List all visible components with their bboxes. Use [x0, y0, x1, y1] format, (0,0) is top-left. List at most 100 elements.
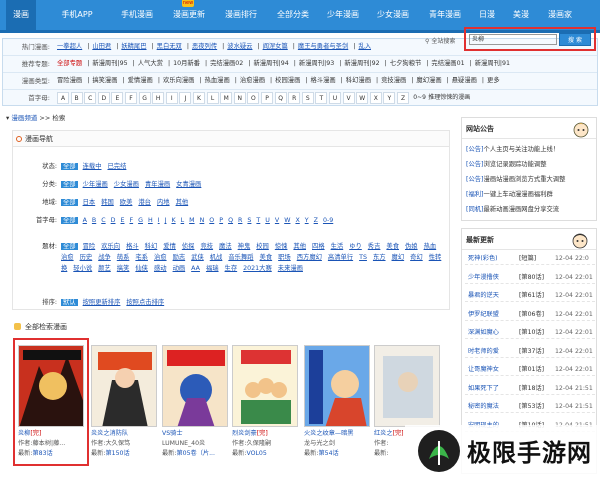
type-item[interactable]: 热血漫画	[205, 77, 230, 84]
comic-title[interactable]: VS骑士	[162, 430, 183, 437]
filter-option[interactable]: 按照点击排序	[126, 299, 164, 306]
filter-option[interactable]: 神鬼	[238, 243, 251, 250]
filter-option[interactable]: 治愈	[154, 254, 167, 261]
filter-all-button[interactable]: 全部	[61, 199, 78, 206]
filter-option[interactable]: 西方魔幻	[297, 254, 322, 261]
comic-cover[interactable]	[91, 345, 157, 427]
filter-option[interactable]: 魔幻	[392, 254, 405, 261]
filter-option[interactable]: L	[181, 217, 185, 224]
rec-item[interactable]: 新漫周刊|92	[344, 60, 379, 67]
filter-option[interactable]: 搞笑	[117, 265, 130, 272]
hot-item[interactable]: 山田君	[92, 43, 111, 50]
filter-option[interactable]: 四格	[312, 243, 325, 250]
filter-option[interactable]: 科幻	[145, 243, 158, 250]
filter-option[interactable]: 高清单行	[328, 254, 353, 261]
update-name[interactable]: 深渊如魔心	[468, 327, 499, 339]
nav-item-all[interactable]: 全部分类	[272, 0, 314, 30]
comic-cover[interactable]	[304, 345, 370, 427]
letter-button[interactable]: L	[206, 92, 219, 104]
filter-option[interactable]: 未来漫画	[278, 265, 303, 272]
filter-option[interactable]: 欢乐向	[101, 243, 120, 250]
filter-option[interactable]: E	[121, 217, 125, 224]
letter-button[interactable]: R	[288, 92, 301, 104]
filter-option[interactable]: 惊悚	[275, 243, 288, 250]
type-item[interactable]: 更多	[487, 77, 500, 84]
filter-option[interactable]: 其他	[176, 199, 189, 206]
nav-item-rank[interactable]: 漫画排行	[220, 0, 262, 30]
filter-all-button[interactable]: 全部	[61, 217, 78, 224]
letter-button[interactable]: O	[247, 92, 260, 104]
nav-item-manhua[interactable]: 漫画	[6, 0, 36, 30]
filter-option[interactable]: 侦探	[182, 243, 195, 250]
nav-item-meiman[interactable]: 美漫	[510, 0, 532, 30]
filter-option[interactable]: Y	[305, 217, 309, 224]
filter-option[interactable]: 美食	[386, 243, 399, 250]
filter-option[interactable]: 已完结	[107, 163, 126, 170]
hot-item[interactable]: 黑白无双	[157, 43, 182, 50]
letter-button[interactable]: P	[261, 92, 273, 104]
filter-all-button[interactable]: 全部	[61, 243, 78, 250]
update-name[interactable]: 暴君的逆天	[468, 290, 499, 302]
filter-option[interactable]: 按照更新排序	[83, 299, 121, 306]
filter-option[interactable]: 机战	[210, 254, 223, 261]
rec-item[interactable]: 新漫周刊|91	[475, 60, 510, 67]
latest-chapter[interactable]: 第05卷（片...	[176, 450, 215, 457]
filter-option[interactable]: J	[165, 217, 167, 224]
filter-option[interactable]: 历史	[80, 254, 93, 261]
update-item[interactable]: 如果死下了 [第18话] 12-04 21:51	[465, 383, 595, 395]
letter-button[interactable]: X	[369, 92, 382, 104]
letter-button[interactable]: I	[165, 92, 178, 104]
filter-option[interactable]: 美食	[260, 254, 273, 261]
rec-item[interactable]: 新漫周刊|95	[92, 60, 127, 67]
filter-option[interactable]: 武侠	[191, 254, 204, 261]
update-name[interactable]: 如果死下了	[468, 383, 499, 395]
letter-button[interactable]: Y	[383, 92, 396, 104]
comic-cover[interactable]	[232, 345, 298, 427]
letter-button[interactable]: F	[125, 92, 137, 104]
filter-option[interactable]: 音乐舞蹈	[228, 254, 253, 261]
announce-text[interactable]: 一键上车动漫漫画福利群	[484, 191, 553, 198]
filter-option[interactable]: 职场	[278, 254, 291, 261]
letter-button[interactable]: U	[329, 92, 341, 104]
hot-item[interactable]: 阎涅女篇	[263, 43, 288, 50]
type-item[interactable]: 校园漫画	[275, 77, 300, 84]
filter-option[interactable]: 宅系	[135, 254, 148, 261]
filter-option[interactable]: S	[247, 217, 251, 224]
filter-option[interactable]: 热血	[424, 243, 437, 250]
filter-option[interactable]: 动画	[173, 265, 186, 272]
filter-option[interactable]: 女青漫画	[176, 181, 201, 188]
nav-item-mobile[interactable]: 手机漫画	[112, 0, 162, 30]
letter-button[interactable]: B	[70, 92, 83, 104]
filter-option[interactable]: 战争	[98, 254, 111, 261]
update-item[interactable]: 死神(彩色) [短篇] 12-04 22:0	[465, 253, 595, 265]
letter-button[interactable]: H	[152, 92, 165, 104]
nav-item-seinen[interactable]: 青年漫画	[424, 0, 466, 30]
letter-button[interactable]: T	[315, 92, 328, 104]
filter-option[interactable]: 福瑞	[206, 265, 219, 272]
letter-button[interactable]: D	[97, 92, 110, 104]
rec-item[interactable]: 完结漫画01	[431, 60, 464, 67]
filter-option[interactable]: 少年漫画	[83, 181, 108, 188]
filter-option[interactable]: A	[83, 217, 87, 224]
search-input[interactable]: 炎柳	[469, 34, 557, 45]
filter-option[interactable]: 少女漫画	[114, 181, 139, 188]
hot-item[interactable]: 恶夜列传	[192, 43, 217, 50]
announce-item[interactable]: [公告]漫画站漫画浏览方式重大调整	[466, 174, 565, 183]
filter-option[interactable]: 颜艺	[98, 265, 111, 272]
filter-all-button[interactable]: 默认	[61, 299, 78, 306]
type-item[interactable]: 搞笑漫画	[92, 77, 117, 84]
update-item[interactable]: 时老师的爱 [第37话] 12-04 22:01	[465, 346, 595, 358]
filter-option[interactable]: Q	[228, 217, 233, 224]
filter-option[interactable]: 仙侠	[135, 265, 148, 272]
nav-item-shoujo[interactable]: 少女漫画	[372, 0, 414, 30]
type-item[interactable]: 科幻漫画	[346, 77, 371, 84]
filter-option[interactable]: 0-9	[323, 217, 333, 224]
filter-option[interactable]: N	[200, 217, 205, 224]
letter-button[interactable]: E	[111, 92, 124, 104]
filter-option[interactable]: 励志	[173, 254, 186, 261]
filter-option[interactable]: ゆり	[349, 243, 362, 250]
type-item[interactable]: 治愈漫画	[240, 77, 265, 84]
update-name[interactable]: 死神(彩色)	[468, 253, 498, 265]
rec-item[interactable]: 10月新番	[173, 60, 200, 67]
rec-item[interactable]: 七夕狗粮节	[390, 60, 421, 67]
